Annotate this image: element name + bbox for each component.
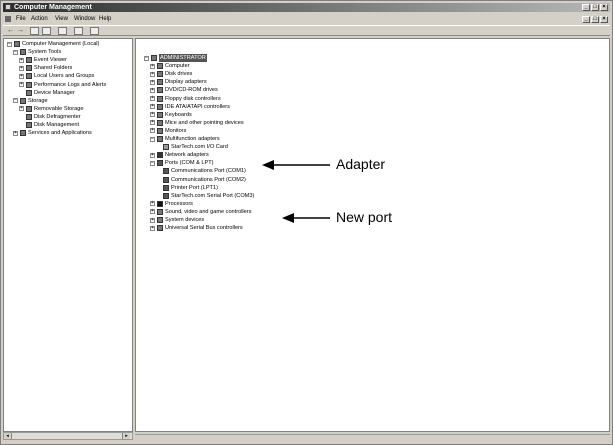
callout-arrows: [262, 160, 330, 223]
new-port-arrowhead: [282, 213, 294, 223]
adapter-arrowhead: [262, 160, 274, 170]
adapter-callout: Adapter: [336, 156, 386, 172]
new-port-callout: New port: [336, 209, 393, 225]
